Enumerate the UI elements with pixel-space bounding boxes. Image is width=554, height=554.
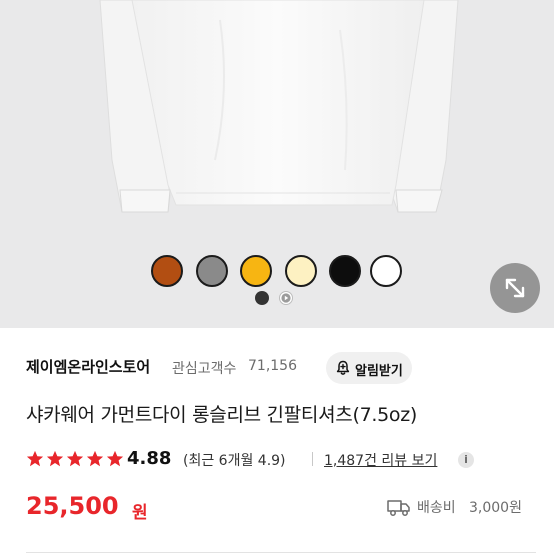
- reviews-link[interactable]: 1,487건 리뷰 보기: [324, 450, 437, 470]
- pager-dot-active[interactable]: [255, 291, 269, 305]
- color-swatch-brown[interactable]: [151, 255, 183, 287]
- expand-icon: [505, 278, 525, 298]
- rating-value: 4.88: [127, 448, 172, 469]
- star-icon: [66, 450, 84, 467]
- price-row: 25,500 원 배송비 3,000원: [26, 492, 536, 526]
- bell-plus-icon: [336, 360, 350, 375]
- truck-icon: [387, 500, 410, 516]
- play-icon: [281, 293, 291, 303]
- store-row: 제이엠온라인스토어 관심고객수 71,156 알림받기: [26, 352, 536, 384]
- color-swatches: [0, 255, 554, 289]
- shipping-label: 배송비: [417, 500, 456, 516]
- pager-video-dot[interactable]: [279, 291, 293, 305]
- notify-button[interactable]: 알림받기: [326, 352, 412, 384]
- price-unit: 원: [132, 503, 148, 523]
- shipping-cost: 3,000원: [469, 500, 522, 516]
- store-name[interactable]: 제이엠온라인스토어: [26, 356, 150, 377]
- section-divider: [26, 552, 536, 553]
- color-swatch-yellow[interactable]: [240, 255, 272, 287]
- product-image[interactable]: [0, 0, 554, 328]
- color-swatch-cream[interactable]: [285, 255, 317, 287]
- product-info-panel: 제이엠온라인스토어 관심고객수 71,156 알림받기 샤카웨어 가먼트다이 롱…: [0, 328, 554, 554]
- star-icon: [26, 450, 44, 467]
- expand-image-button[interactable]: [490, 263, 540, 313]
- star-icon: [86, 450, 104, 467]
- divider: [312, 452, 313, 466]
- star-icon: [46, 450, 64, 467]
- notify-button-label: 알림받기: [355, 364, 403, 379]
- color-swatch-white[interactable]: [370, 255, 402, 287]
- favorites-label: 관심고객수: [172, 361, 237, 377]
- favorites-count: 71,156: [248, 358, 297, 374]
- price-value: 25,500: [26, 492, 119, 520]
- recent-rating: (최근 6개월 4.9): [183, 453, 286, 469]
- product-title: 샤카웨어 가먼트다이 롱슬리브 긴팔티셔츠(7.5oz): [26, 404, 417, 426]
- info-icon[interactable]: i: [458, 452, 474, 468]
- color-swatch-gray[interactable]: [196, 255, 228, 287]
- star-icon: [106, 450, 124, 467]
- rating-row: 4.88 (최근 6개월 4.9) 1,487건 리뷰 보기 i: [26, 448, 536, 473]
- color-swatch-black[interactable]: [329, 255, 361, 287]
